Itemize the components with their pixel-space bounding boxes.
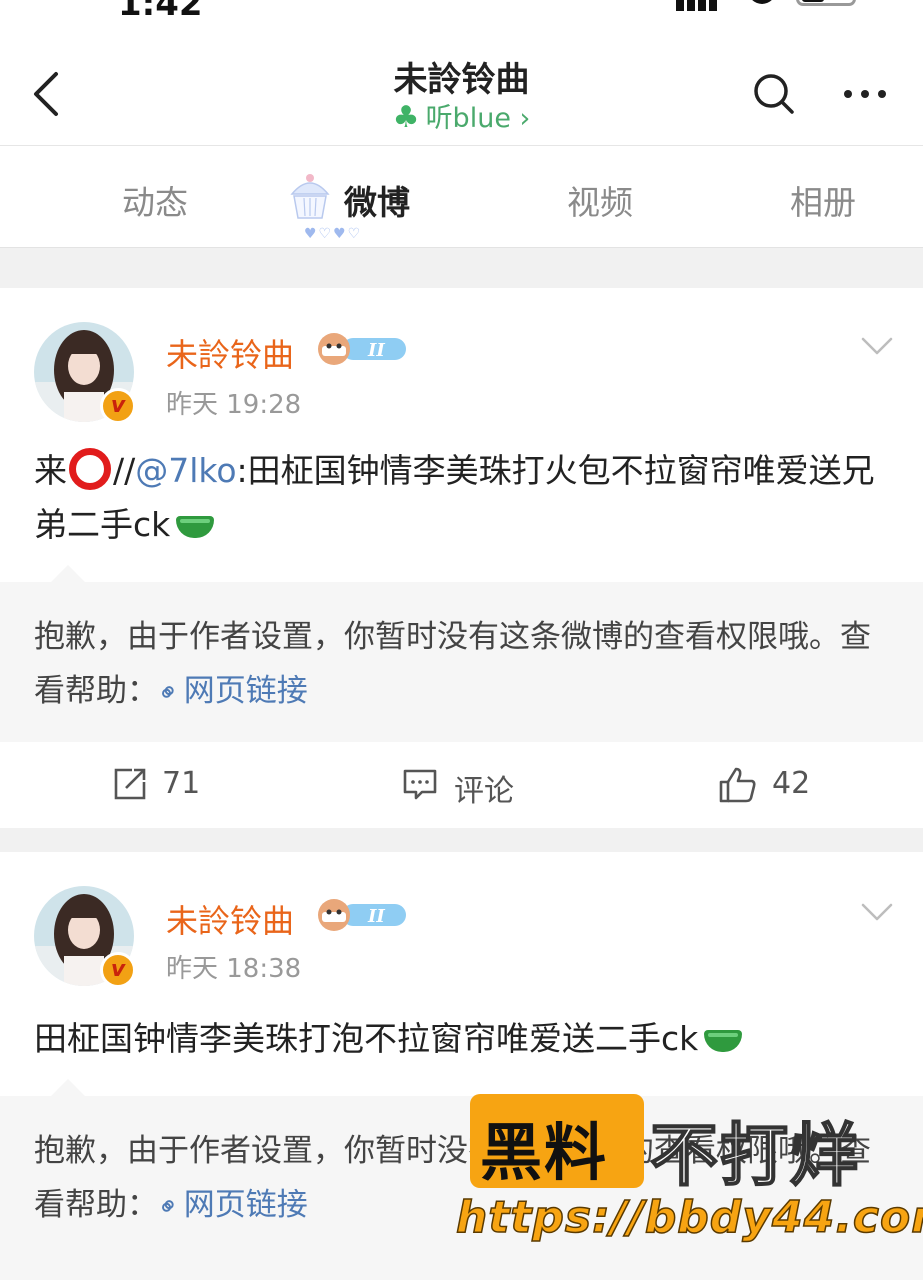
web-link-label: 网页链接 bbox=[183, 673, 308, 709]
member-badge-icon[interactable]: II bbox=[316, 332, 408, 366]
tab-dynamics[interactable]: 动态 bbox=[122, 176, 188, 224]
nav-bar: 未詅铃曲 ♣ 听blue › bbox=[0, 36, 923, 146]
mention-link[interactable]: @7lko bbox=[135, 451, 236, 490]
web-link[interactable]: ⚭网页链接 bbox=[151, 673, 308, 711]
tab-weibo[interactable]: 微博 bbox=[344, 176, 410, 224]
tab-decoration: ♥♡♥♡ bbox=[304, 226, 363, 242]
tab-album[interactable]: 相册 bbox=[790, 176, 856, 224]
profile-tabs: 动态 ♥♡♥♡ 微博 视频 相册 bbox=[0, 146, 923, 248]
signal-icon bbox=[676, 0, 722, 11]
repost-separator: // bbox=[113, 451, 136, 490]
post-time: 昨天 18:38 bbox=[166, 954, 302, 984]
verified-badge-icon: v bbox=[100, 388, 136, 424]
member-badge-icon[interactable]: II bbox=[316, 898, 408, 932]
comment-label: 评论 bbox=[454, 774, 514, 809]
clover-icon: ♣ bbox=[392, 100, 420, 135]
repost-icon bbox=[114, 768, 146, 800]
more-icon[interactable] bbox=[840, 74, 890, 114]
verified-badge-icon: v bbox=[100, 952, 136, 988]
post-text-body: 田柾国钟情李美珠打泡不拉窗帘唯爱送二手ck bbox=[34, 1019, 699, 1058]
post-username[interactable]: 未詅铃曲 bbox=[166, 896, 294, 942]
chevron-right-icon: › bbox=[519, 103, 531, 134]
repost-count: 71 bbox=[162, 766, 201, 801]
permission-notice: 抱歉，由于作者设置，你暂时没有这条微博的查看权限哦。查看帮助：⚭网页链接 bbox=[0, 1079, 923, 1280]
battery-icon bbox=[796, 0, 856, 6]
notice-text-block: 抱歉，由于作者设置，你暂时没有这条微博的查看权限哦。查看帮助：⚭网页链接 bbox=[34, 610, 894, 720]
subtitle-text: 听blue bbox=[425, 103, 511, 134]
status-time: 1:42 bbox=[118, 0, 203, 24]
underwear-emoji-icon bbox=[176, 516, 215, 538]
comment-button[interactable]: 评论 bbox=[402, 766, 532, 809]
post-time: 昨天 19:28 bbox=[166, 390, 302, 420]
weibo-post: v 未詅铃曲 II 昨天 18:38 田柾国钟情李美珠打泡不拉窗帘唯爱送二手ck bbox=[0, 852, 923, 1096]
tab-video[interactable]: 视频 bbox=[567, 176, 633, 224]
web-link-label: 网页链接 bbox=[183, 1187, 308, 1223]
notice-text-block: 抱歉，由于作者设置，你暂时没有这条微博的查看权限哦。查看帮助：⚭网页链接 bbox=[34, 1124, 894, 1234]
red-circle-emoji-icon bbox=[69, 448, 111, 490]
chevron-down-icon[interactable] bbox=[860, 900, 894, 924]
like-count: 42 bbox=[772, 766, 811, 801]
comment-icon bbox=[403, 769, 437, 800]
status-bar: 1:42 bbox=[0, 0, 923, 36]
chevron-down-icon[interactable] bbox=[860, 334, 894, 358]
repost-button[interactable]: 71 bbox=[112, 766, 222, 806]
cupcake-icon bbox=[290, 174, 330, 219]
post-text: 田柾国钟情李美珠打泡不拉窗帘唯爱送二手ck bbox=[34, 1012, 894, 1066]
underwear-emoji-icon bbox=[704, 1030, 743, 1052]
search-icon[interactable] bbox=[752, 72, 796, 116]
post-text: 来//@7lko:田柾国钟情李美珠打火包不拉窗帘唯爱送兄弟二手ck bbox=[34, 444, 894, 552]
thumbs-up-icon bbox=[719, 767, 756, 803]
web-link[interactable]: ⚭网页链接 bbox=[151, 1187, 308, 1225]
member-level-text: II bbox=[367, 906, 385, 927]
post-text-prefix: 来 bbox=[34, 451, 67, 490]
permission-notice: 抱歉，由于作者设置，你暂时没有这条微博的查看权限哦。查看帮助：⚭网页链接 bbox=[0, 565, 923, 742]
wifi-icon bbox=[748, 0, 776, 4]
member-level-text: II bbox=[367, 340, 385, 361]
post-actions: 71 评论 42 bbox=[0, 742, 923, 828]
weibo-post: v 未詅铃曲 II 昨天 19:28 来//@7lko:田柾国钟情李美珠打火包不… bbox=[0, 288, 923, 582]
post-username[interactable]: 未詅铃曲 bbox=[166, 330, 294, 376]
like-button[interactable]: 42 bbox=[718, 766, 828, 806]
